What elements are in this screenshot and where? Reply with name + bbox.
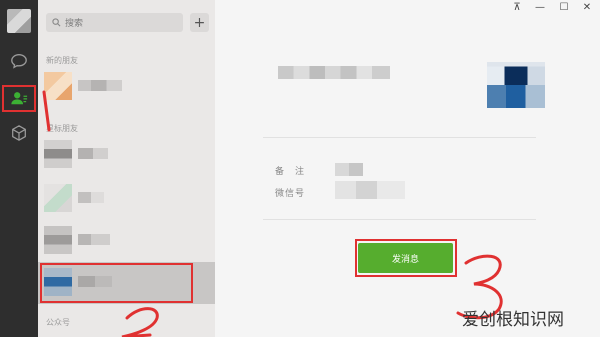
watermark: 爱创根知识网 <box>462 310 564 330</box>
annotation-numbers <box>42 90 503 337</box>
